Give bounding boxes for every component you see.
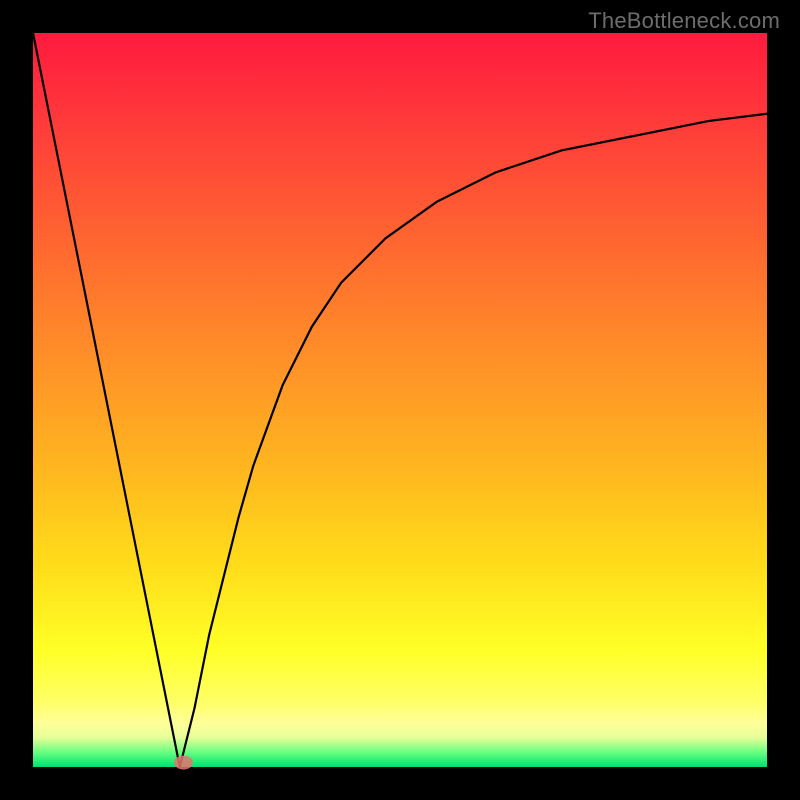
min-marker [174, 756, 193, 770]
curve-left-branch [33, 33, 180, 767]
plot-area [33, 33, 767, 767]
chart-frame: TheBottleneck.com [0, 0, 800, 800]
watermark-text: TheBottleneck.com [588, 8, 780, 34]
plot-svg [33, 33, 767, 767]
curve-right-branch [180, 114, 767, 767]
